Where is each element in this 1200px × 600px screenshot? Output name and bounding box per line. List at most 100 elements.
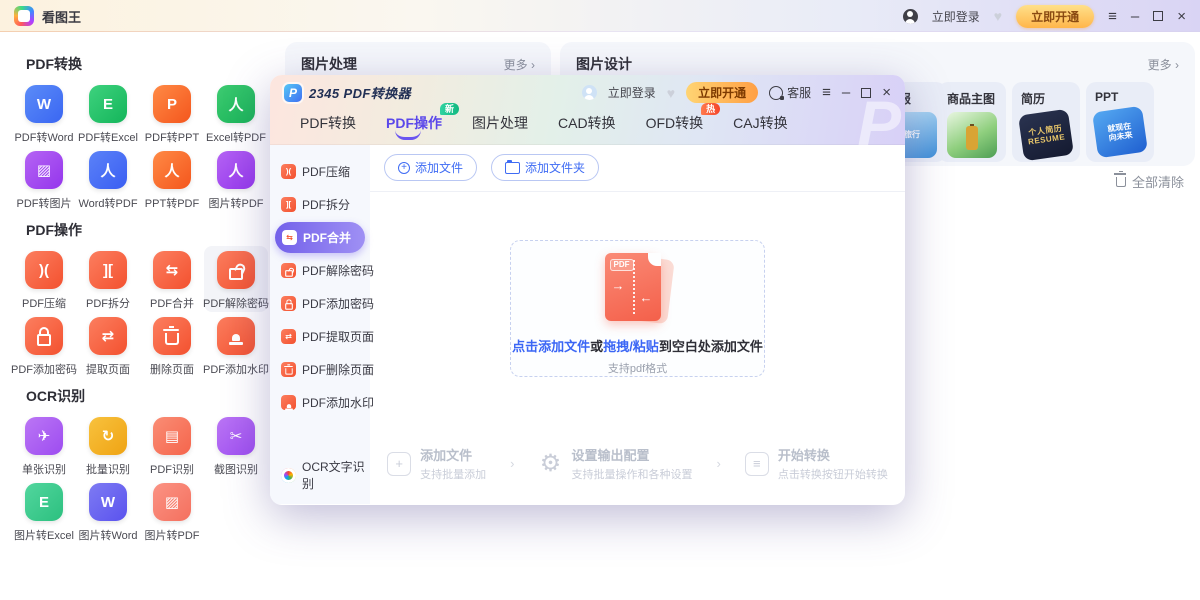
sidebar-item-pdf-extract-pages[interactable]: ⇄PDF提取页面	[270, 320, 370, 353]
tool-ppt-to-pdf[interactable]: 人PPT转PDF	[140, 146, 204, 212]
tool-pdf-to-excel[interactable]: EPDF转Excel	[76, 80, 140, 146]
card-label: 简历	[1021, 90, 1080, 107]
tool-pdf-to-image[interactable]: ▨ PDF转图片	[12, 146, 76, 212]
pdf-ocr-icon: ▤	[153, 417, 191, 455]
tool-pdf-merge[interactable]: ⇆PDF合并	[140, 246, 204, 312]
pdf-converter-modal: P P 2345 PDF转换器 立即登录 ♥ 立即开通 客服 ≡ – × PDF…	[270, 75, 905, 505]
maximize-button[interactable]	[1153, 11, 1163, 21]
design-card-resume[interactable]: 简历 个人简历RESUME	[1012, 82, 1080, 162]
headset-icon	[769, 86, 783, 100]
tool-image-to-pdf[interactable]: 人图片转PDF	[204, 146, 268, 212]
image-icon: ▨	[25, 151, 63, 189]
converter-logo-icon: P	[284, 84, 302, 102]
sidebar-item-pdf-split[interactable]: ][PDF拆分	[270, 188, 370, 221]
pdf-icon: 人	[89, 151, 127, 189]
tool-excel-to-pdf[interactable]: 人Excel转PDF	[204, 80, 268, 146]
pdf-merge-illustration: PDF → ←	[603, 253, 673, 326]
image-to-word-icon: W	[89, 483, 127, 521]
sidebar-item-pdf-delete-pages[interactable]: PDF删除页面	[270, 353, 370, 386]
unlock-icon	[281, 263, 296, 278]
app-window: 看图王 立即登录 ♥ 立即开通 ≡ – × PDF转换 WPDF转Word EP…	[0, 0, 1200, 600]
watermark-icon	[281, 395, 296, 410]
extract-pages-icon: ⇄	[89, 317, 127, 355]
tab-pdf-operate[interactable]: PDF操作新	[386, 113, 442, 143]
upgrade-button[interactable]: 立即开通	[686, 82, 758, 103]
menu-icon[interactable]: ≡	[1108, 9, 1117, 24]
chevron-right-icon: ›	[717, 456, 721, 471]
minimize-button[interactable]: –	[842, 85, 850, 100]
more-link[interactable]: 更多 ›	[504, 56, 535, 73]
tool-pdf-to-ppt[interactable]: PPDF转PPT	[140, 80, 204, 146]
ocr-icon	[281, 468, 296, 483]
close-button[interactable]: ×	[882, 85, 891, 100]
tool-image-to-pdf-ocr[interactable]: ▨图片转PDF	[140, 478, 204, 544]
upgrade-button[interactable]: 立即开通	[1016, 5, 1094, 28]
tab-pdf-convert[interactable]: PDF转换	[300, 113, 356, 143]
extract-pages-icon: ⇄	[281, 329, 296, 344]
tab-caj-convert[interactable]: CAJ转换	[733, 113, 787, 143]
tool-image-to-excel[interactable]: E图片转Excel	[12, 478, 76, 544]
plus-icon: +	[398, 162, 410, 174]
login-link[interactable]: 立即登录	[932, 8, 980, 25]
add-folder-button[interactable]: 添加文件夹	[491, 154, 599, 181]
tool-single-ocr[interactable]: ✈单张识别	[12, 412, 76, 478]
tool-pdf-ocr[interactable]: ▤PDF识别	[140, 412, 204, 478]
design-card-product[interactable]: 商品主图	[938, 82, 1006, 162]
workflow-steps: + 添加文件支持批量添加 › ⚙ 设置输出配置支持批量操作和各种设置 › ≡ 开…	[370, 445, 905, 482]
tool-pdf-to-word[interactable]: WPDF转Word	[12, 80, 76, 146]
section-title-ocr: OCR识别	[26, 386, 274, 406]
sidebar-item-ocr-text[interactable]: OCR文字识别	[270, 458, 370, 492]
arrow-left-icon: ←	[640, 291, 653, 304]
menu-icon[interactable]: ≡	[822, 85, 831, 100]
tool-screenshot-ocr[interactable]: ✂截图识别	[204, 412, 268, 478]
heart-icon[interactable]: ♥	[667, 85, 675, 101]
customer-service-button[interactable]: 客服	[769, 84, 811, 101]
tool-word-to-pdf[interactable]: 人 Word转PDF	[76, 146, 140, 212]
section-title-pdf-operate: PDF操作	[26, 220, 274, 240]
add-file-button[interactable]: +添加文件	[384, 154, 477, 181]
sidebar-item-pdf-merge[interactable]: ⇆PDF合并	[275, 222, 365, 253]
tool-pdf-encrypt[interactable]: PDF添加密码	[12, 312, 76, 378]
tool-pdf-watermark[interactable]: PDF添加水印	[204, 312, 268, 378]
tool-label: PDF拆分	[86, 295, 130, 311]
delete-pages-icon	[153, 317, 191, 355]
tool-pdf-compress[interactable]: )(PDF压缩	[12, 246, 76, 312]
tool-label: PDF添加密码	[11, 361, 77, 377]
maximize-button[interactable]	[861, 88, 871, 98]
sidebar-item-pdf-watermark[interactable]: PDF添加水印	[270, 386, 370, 419]
avatar[interactable]	[582, 85, 597, 100]
clear-all-button[interactable]: 全部清除	[1116, 172, 1184, 191]
sidebar-item-pdf-compress[interactable]: )(PDF压缩	[270, 155, 370, 188]
pdf-icon: 人	[217, 151, 255, 189]
login-link[interactable]: 立即登录	[608, 84, 656, 101]
sidebar-item-pdf-unlock[interactable]: PDF解除密码	[270, 254, 370, 287]
tab-ofd-convert[interactable]: OFD转换热	[646, 113, 704, 143]
card-label: 商品主图	[947, 90, 1006, 107]
tool-pdf-split[interactable]: ][PDF拆分	[76, 246, 140, 312]
tool-pdf-unlock[interactable]: PDF解除密码	[204, 246, 268, 312]
ocr-grid: ✈单张识别 ↻批量识别 ▤PDF识别 ✂截图识别 E图片转Excel W图片转W…	[12, 412, 274, 544]
tool-label: PDF转图片	[17, 195, 72, 211]
tool-label: PDF压缩	[22, 295, 66, 311]
tool-label: PDF转PPT	[145, 129, 199, 145]
heart-icon[interactable]: ♥	[994, 8, 1002, 24]
converter-title: 2345 PDF转换器	[309, 83, 411, 102]
excel-icon: E	[89, 85, 127, 123]
tab-image-processing[interactable]: 图片处理	[472, 113, 528, 143]
more-link[interactable]: 更多 ›	[1148, 56, 1179, 73]
tool-extract-pages[interactable]: ⇄提取页面	[76, 312, 140, 378]
modal-sidebar: )(PDF压缩 ][PDF拆分 ⇆PDF合并 PDF解除密码 PDF添加密码 ⇄…	[270, 145, 370, 504]
tab-cad-convert[interactable]: CAD转换	[558, 113, 616, 143]
minimize-button[interactable]: –	[1131, 9, 1139, 24]
tool-batch-ocr[interactable]: ↻批量识别	[76, 412, 140, 478]
design-card-ppt[interactable]: PPT 就现在向未来	[1086, 82, 1154, 162]
avatar[interactable]	[903, 9, 918, 24]
file-dropzone[interactable]: PDF → ← 点击添加文件或拖拽/粘贴到空白处添加文件 支持pdf格式	[510, 240, 765, 377]
tool-image-to-word[interactable]: W图片转Word	[76, 478, 140, 544]
trash-icon	[1116, 177, 1126, 187]
lock-icon	[25, 317, 63, 355]
tool-delete-pages[interactable]: 删除页面	[140, 312, 204, 378]
tool-label: Word转PDF	[78, 195, 137, 211]
close-button[interactable]: ×	[1177, 9, 1186, 24]
sidebar-item-pdf-encrypt[interactable]: PDF添加密码	[270, 287, 370, 320]
